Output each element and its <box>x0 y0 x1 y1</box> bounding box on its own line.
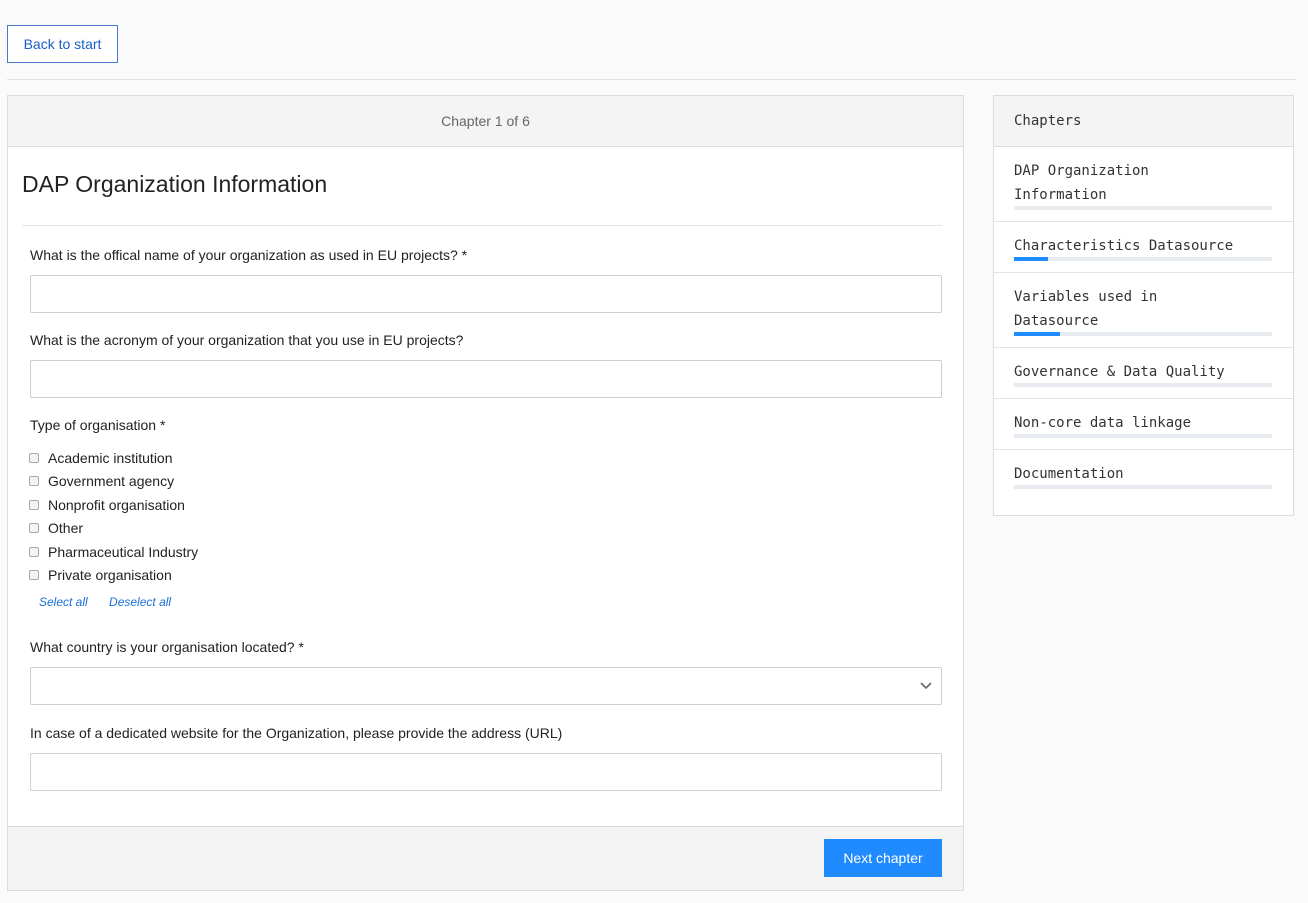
sidebar-item-governance[interactable]: Governance & Data Quality <box>994 348 1293 399</box>
deselect-all-link[interactable]: Deselect all <box>109 595 171 609</box>
sidebar-item-characteristics[interactable]: Characteristics Datasource <box>994 222 1293 273</box>
sidebar-item-label: Characteristics Datasource <box>1014 238 1234 254</box>
checkbox[interactable] <box>29 570 39 581</box>
chapter-progress-bar <box>1014 434 1272 438</box>
website-input[interactable] <box>30 753 942 791</box>
checkbox[interactable] <box>29 546 39 557</box>
sidebar-item-label: Non-core data linkage <box>1014 415 1192 431</box>
country-select[interactable] <box>30 667 942 705</box>
sidebar-item-variables[interactable]: Variables used in Datasource <box>994 273 1293 348</box>
official-name-input[interactable] <box>30 275 942 313</box>
sidebar-item-documentation[interactable]: Documentation <box>994 450 1293 500</box>
org-type-option[interactable]: Nonprofit organisation <box>29 493 198 517</box>
org-type-options: Academic institution Government agency N… <box>29 446 198 587</box>
checkbox[interactable] <box>29 476 39 487</box>
country-label: What country is your organisation locate… <box>30 639 304 655</box>
sidebar-item-label: Governance & Data Quality <box>1014 364 1225 380</box>
sidebar-item-organization[interactable]: DAP Organization Information <box>994 147 1293 222</box>
acronym-input[interactable] <box>30 360 942 398</box>
org-type-label: Type of organisation * <box>30 417 166 433</box>
org-type-option[interactable]: Private organisation <box>29 564 198 588</box>
select-links: Select all Deselect all <box>39 595 189 609</box>
org-type-option[interactable]: Academic institution <box>29 446 198 470</box>
chapter-progress-bar <box>1014 383 1272 387</box>
official-name-label: What is the offical name of your organiz… <box>30 247 468 263</box>
back-to-start-button[interactable]: Back to start <box>7 25 118 63</box>
org-type-option[interactable]: Other <box>29 517 198 541</box>
sidebar-item-label: Variables used in Datasource <box>1014 289 1158 329</box>
chapter-progress-bar <box>1014 485 1272 489</box>
acronym-label: What is the acronym of your organization… <box>30 332 464 348</box>
org-type-option[interactable]: Pharmaceutical Industry <box>29 540 198 564</box>
checkbox[interactable] <box>29 499 39 510</box>
chapter-footer: Next chapter <box>8 826 963 890</box>
select-all-link[interactable]: Select all <box>39 595 88 609</box>
chapter-form-body: DAP Organization Information What is the… <box>8 147 963 827</box>
divider <box>7 79 1296 80</box>
chapters-sidebar: Chapters DAP Organization Information Ch… <box>993 95 1294 516</box>
chapter-progress-bar <box>1014 332 1272 336</box>
chapter-progress-bar <box>1014 257 1272 261</box>
chapter-progress-header: Chapter 1 of 6 <box>8 96 963 147</box>
sidebar-item-label: DAP Organization Information <box>1014 163 1149 203</box>
chapter-progress-text: Chapter 1 of 6 <box>441 113 530 129</box>
website-label: In case of a dedicated website for the O… <box>30 725 563 741</box>
chapter-title: DAP Organization Information <box>22 171 328 197</box>
sidebar-item-label: Documentation <box>1014 466 1124 482</box>
chapter-form-card: Chapter 1 of 6 DAP Organization Informat… <box>7 95 964 891</box>
chevron-down-icon <box>920 682 932 690</box>
checkbox[interactable] <box>29 523 39 534</box>
next-chapter-button[interactable]: Next chapter <box>824 839 942 877</box>
title-divider <box>22 225 942 226</box>
chapter-progress-bar <box>1014 206 1272 210</box>
checkbox[interactable] <box>29 452 39 463</box>
org-type-option[interactable]: Government agency <box>29 470 198 494</box>
chapters-sidebar-title: Chapters <box>994 96 1293 147</box>
sidebar-item-linkage[interactable]: Non-core data linkage <box>994 399 1293 450</box>
